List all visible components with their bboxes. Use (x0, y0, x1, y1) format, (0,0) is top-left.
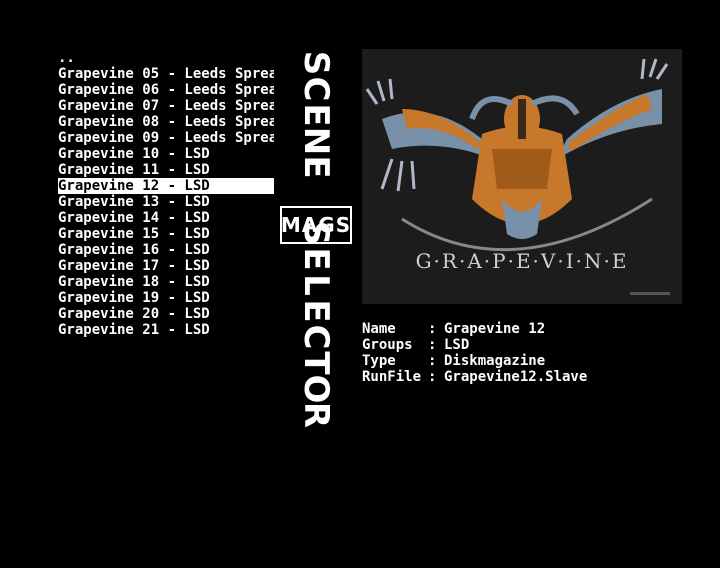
info-separator: : (428, 353, 437, 369)
info-row-groups: Groups : LSD (362, 337, 587, 353)
file-list-item[interactable]: Grapevine 13 - LSD (58, 194, 274, 210)
file-list-item[interactable]: Grapevine 21 - LSD (58, 322, 274, 338)
file-list-item[interactable]: .. (58, 50, 274, 66)
info-value-type: Diskmagazine (444, 353, 546, 369)
info-label-type: Type (362, 353, 396, 369)
info-row-runfile: RunFile : Grapevine12.Slave (362, 369, 587, 385)
file-list-item[interactable]: Grapevine 17 - LSD (58, 258, 274, 274)
file-list-item[interactable]: Grapevine 05 - Leeds Sprea (58, 66, 274, 82)
info-value-groups: LSD (444, 337, 470, 353)
scene-selector-banner: SCENE MAGS SELECTOR (280, 50, 352, 500)
info-row-name: Name : Grapevine 12 (362, 321, 587, 337)
info-separator: : (428, 369, 437, 385)
file-list[interactable]: .. Grapevine 05 - Leeds Sprea Grapevine 06… (58, 50, 274, 338)
file-list-item[interactable]: Grapevine 18 - LSD (58, 274, 274, 290)
info-label-groups: Groups (362, 337, 413, 353)
banner-word-selector: SELECTOR (296, 220, 336, 429)
file-list-item[interactable]: Grapevine 15 - LSD (58, 226, 274, 242)
preview-title: G·R·A·P·E·V·I·N·E (415, 249, 629, 273)
file-list-item[interactable]: Grapevine 14 - LSD (58, 210, 274, 226)
file-list-item[interactable]: Grapevine 08 - Leeds Sprea (58, 114, 274, 130)
file-list-item[interactable]: Grapevine 09 - Leeds Sprea (58, 130, 274, 146)
info-value-name: Grapevine 12 (444, 321, 546, 337)
file-list-item[interactable]: Grapevine 07 - Leeds Sprea (58, 98, 274, 114)
info-separator: : (428, 337, 437, 353)
file-list-item[interactable]: Grapevine 20 - LSD (58, 306, 274, 322)
file-list-item[interactable]: Grapevine 10 - LSD (58, 146, 274, 162)
info-panel: Name : Grapevine 12 Groups : LSD Type : … (362, 321, 587, 385)
info-label-name: Name (362, 321, 396, 337)
info-separator: : (428, 321, 437, 337)
file-list-item[interactable]: Grapevine 06 - Leeds Sprea (58, 82, 274, 98)
file-list-item[interactable]: Grapevine 12 - LSD (58, 178, 274, 194)
info-value-runfile: Grapevine12.Slave (444, 369, 588, 385)
banner-selector-letter: R (296, 401, 336, 429)
info-label-runfile: RunFile (362, 369, 422, 385)
preview-image: G·R·A·P·E·V·I·N·E (362, 49, 682, 304)
file-list-item[interactable]: Grapevine 11 - LSD (58, 162, 274, 178)
file-list-item[interactable]: Grapevine 19 - LSD (58, 290, 274, 306)
file-list-item[interactable]: Grapevine 16 - LSD (58, 242, 274, 258)
info-row-type: Type : Diskmagazine (362, 353, 587, 369)
banner-scene-letter: E (296, 155, 336, 179)
banner-word-scene: SCENE (296, 50, 336, 180)
